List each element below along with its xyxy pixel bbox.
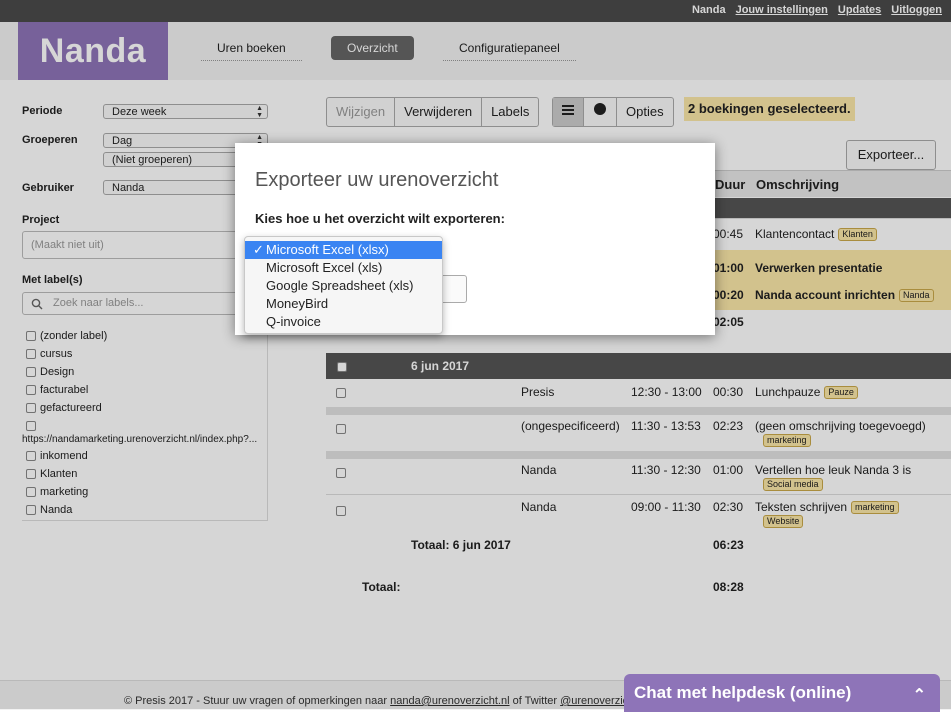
helpdesk-chat-widget[interactable]: Chat met helpdesk (online) ⌃ (624, 674, 940, 712)
export-option-xlsx[interactable]: ✓ Microsoft Excel (xlsx) (245, 241, 442, 259)
checkmark-icon: ✓ (253, 242, 264, 257)
chat-label: Chat met helpdesk (online) (634, 683, 852, 702)
export-option-qinvoice[interactable]: Q-invoice (245, 313, 442, 331)
export-format-dropdown[interactable]: ✓ Microsoft Excel (xlsx) Microsoft Excel… (244, 236, 443, 334)
modal-overlay[interactable] (0, 0, 951, 709)
modal-title: Exporteer uw urenoverzicht (255, 169, 499, 191)
chevron-up-icon[interactable]: ⌃ (913, 685, 926, 705)
export-option-xls[interactable]: Microsoft Excel (xls) (245, 259, 442, 277)
export-option-moneybird[interactable]: MoneyBird (245, 295, 442, 313)
export-option-google[interactable]: Google Spreadsheet (xls) (245, 277, 442, 295)
modal-subtitle: Kies hoe u het overzicht wilt exporteren… (255, 211, 505, 226)
option-label: Microsoft Excel (xlsx) (266, 242, 389, 257)
